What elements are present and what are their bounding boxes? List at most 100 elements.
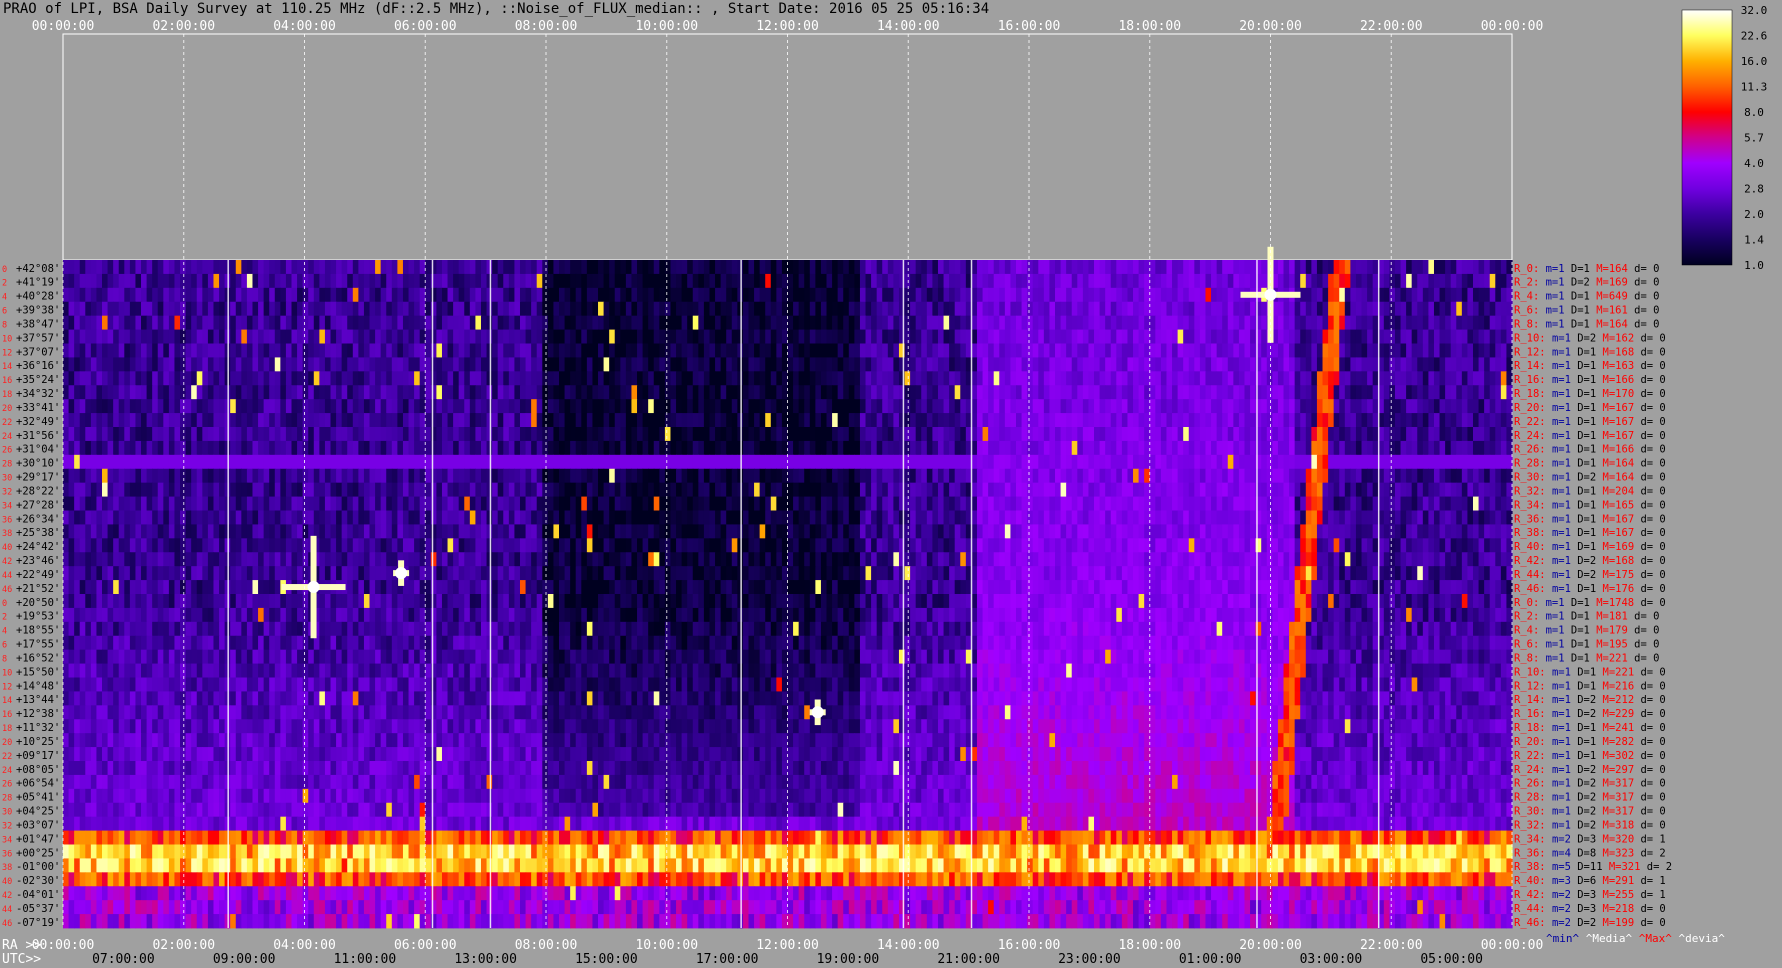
heatmap-cell xyxy=(1417,454,1424,470)
heatmap-cell xyxy=(174,413,181,428)
heatmap-cell xyxy=(380,385,387,400)
heatmap-cell xyxy=(453,440,460,456)
heatmap-cell xyxy=(1199,454,1207,470)
heatmap-cell xyxy=(843,343,850,358)
heatmap-cell xyxy=(124,371,131,386)
heatmap-cell xyxy=(1071,287,1078,303)
heatmap-cell xyxy=(441,413,449,428)
heatmap-cell xyxy=(1367,260,1374,275)
heatmap-cell xyxy=(79,329,86,344)
heatmap-cell xyxy=(609,273,616,289)
heatmap-cell xyxy=(90,385,98,400)
heatmap-cell xyxy=(63,273,70,289)
heatmap-cell xyxy=(475,287,482,303)
heatmap-cell xyxy=(971,496,978,511)
heatmap-cell xyxy=(664,371,672,386)
heatmap-cell xyxy=(1155,301,1162,317)
heatmap-cell xyxy=(1127,496,1134,511)
heatmap-cell xyxy=(302,329,309,344)
heatmap-cell xyxy=(692,357,699,372)
heatmap-cell xyxy=(1211,357,1218,372)
heatmap-cell xyxy=(174,510,181,525)
heatmap-cell xyxy=(464,357,471,372)
heatmap-cell xyxy=(1450,413,1457,428)
heatmap-cell xyxy=(107,357,114,372)
heatmap-cell xyxy=(681,399,688,414)
heatmap-cell xyxy=(547,273,555,289)
heatmap-cell xyxy=(436,413,443,428)
heatmap-cell xyxy=(469,496,476,511)
heatmap-cell xyxy=(330,301,337,317)
heatmap-cell xyxy=(960,468,967,484)
heatmap-cell xyxy=(603,260,610,275)
heatmap-cell xyxy=(876,385,883,400)
heatmap-cell xyxy=(547,315,555,330)
heatmap-cell xyxy=(592,399,599,414)
heatmap-cell xyxy=(859,510,867,525)
heatmap-cell xyxy=(787,357,794,372)
heatmap-cell xyxy=(486,301,493,317)
heatmap-cell xyxy=(648,273,655,289)
heatmap-cell xyxy=(1300,343,1307,358)
heatmap-cell xyxy=(1439,440,1446,456)
heatmap-cell xyxy=(776,287,783,303)
heatmap-cell xyxy=(152,371,159,386)
heatmap-cell xyxy=(837,510,844,525)
heatmap-cell xyxy=(397,496,404,511)
heatmap-cell xyxy=(1277,357,1285,372)
heatmap-cell xyxy=(742,440,750,456)
heatmap-cell xyxy=(926,343,933,358)
heatmap-cell xyxy=(497,315,504,330)
heatmap-cell xyxy=(146,315,153,330)
heatmap-cell xyxy=(280,301,287,317)
heatmap-cell xyxy=(564,496,571,511)
heatmap-cell xyxy=(1227,440,1234,456)
heatmap-cell xyxy=(1289,440,1296,456)
heatmap-cell xyxy=(1138,287,1145,303)
heatmap-cell xyxy=(904,413,911,428)
heatmap-cell xyxy=(391,427,398,442)
heatmap-cell xyxy=(519,427,527,442)
heatmap-cell xyxy=(163,343,170,358)
heatmap-cell xyxy=(687,399,694,414)
heatmap-cell xyxy=(1328,468,1335,484)
heatmap-cell xyxy=(1294,329,1301,344)
heatmap-cell xyxy=(1389,496,1396,511)
heatmap-cell xyxy=(748,273,755,289)
heatmap-cell xyxy=(703,454,711,470)
heatmap-cell xyxy=(843,273,850,289)
heatmap-cell xyxy=(274,440,281,456)
heatmap-cell xyxy=(1032,287,1039,303)
heatmap-cell xyxy=(960,399,967,414)
heatmap-cell xyxy=(202,371,209,386)
heatmap-cell xyxy=(202,329,209,344)
heatmap-cell xyxy=(1422,427,1429,442)
heatmap-cell xyxy=(525,329,532,344)
heatmap-cell xyxy=(341,496,348,511)
heatmap-cell xyxy=(152,510,159,525)
heatmap-cell xyxy=(464,371,471,386)
heatmap-cell xyxy=(1355,371,1363,386)
heatmap-cell xyxy=(1244,510,1251,525)
heatmap-cell xyxy=(196,260,203,275)
heatmap-cell xyxy=(1094,287,1101,303)
heatmap-cell xyxy=(1277,496,1285,511)
heatmap-cell xyxy=(715,399,722,414)
heatmap-cell xyxy=(497,371,504,386)
heatmap-cell xyxy=(910,260,917,275)
heatmap-cell xyxy=(1160,385,1168,400)
heatmap-cell xyxy=(324,413,332,428)
heatmap-cell xyxy=(837,482,844,497)
heatmap-cell xyxy=(408,315,415,330)
heatmap-cell xyxy=(219,287,226,303)
heatmap-cell xyxy=(553,454,560,470)
heatmap-cell xyxy=(698,273,705,289)
heatmap-cell xyxy=(1428,454,1435,470)
heatmap-cell xyxy=(1077,273,1084,289)
heatmap-cell xyxy=(1394,454,1402,470)
heatmap-cell xyxy=(508,260,516,275)
heatmap-cell xyxy=(90,427,98,442)
heatmap-cell xyxy=(937,273,945,289)
heatmap-cell xyxy=(102,468,109,484)
heatmap-cell xyxy=(1445,371,1452,386)
